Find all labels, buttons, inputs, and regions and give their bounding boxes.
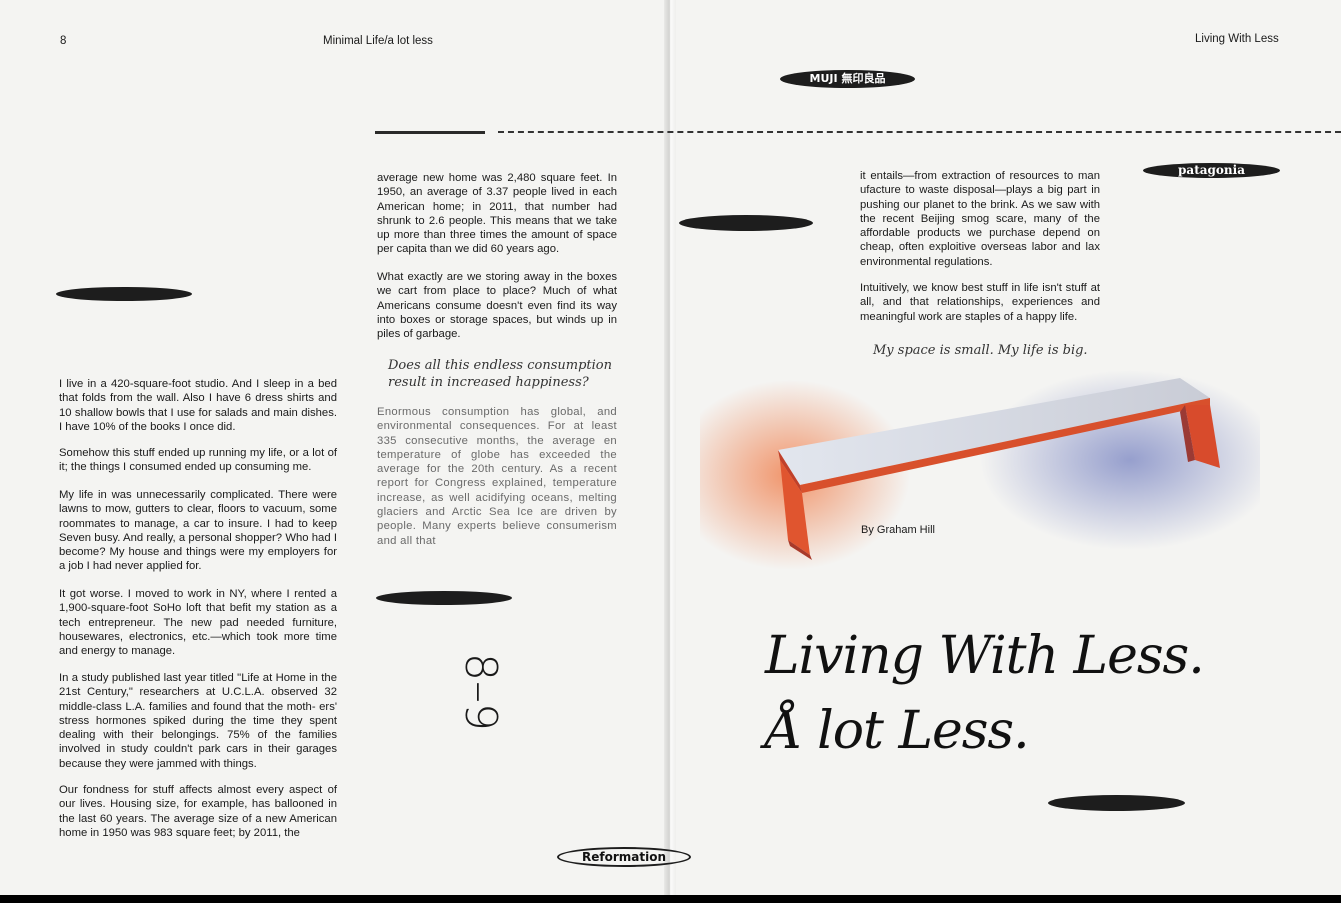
bench-image bbox=[700, 370, 1260, 570]
solid-rule bbox=[375, 131, 485, 134]
magazine-spread: 8 Minimal Life/a lot less Living With Le… bbox=[0, 0, 1341, 895]
body-paragraph: What exactly are we storing away in the … bbox=[377, 271, 617, 341]
body-paragraph: Our fondness for stuff affects almost ev… bbox=[59, 784, 337, 839]
body-paragraph: It got worse. I moved to work in NY, whe… bbox=[59, 588, 337, 658]
body-paragraph: I live in a 420-square-foot studio. And … bbox=[59, 378, 337, 433]
body-paragraph: In a study published last year titled "L… bbox=[59, 672, 337, 770]
body-paragraph: it entails—from extraction of resources … bbox=[860, 170, 1100, 268]
body-paragraph: Somehow this stuff ended up running my l… bbox=[59, 447, 337, 474]
page-number: 8 bbox=[60, 35, 67, 47]
ellipse-shape bbox=[56, 287, 192, 301]
running-head-right: Living With Less bbox=[1195, 33, 1279, 45]
pull-quote: Does all this endless consumption result… bbox=[388, 358, 612, 390]
body-paragraph: average new home was 2,480 square feet. … bbox=[377, 172, 617, 256]
center-fold bbox=[664, 0, 676, 895]
reformation-logo: Reformation bbox=[557, 847, 691, 867]
patagonia-logo: patagonia bbox=[1143, 163, 1280, 178]
dashed-rule bbox=[498, 131, 1341, 133]
headline-line-2: Å lot Less. bbox=[765, 701, 1030, 761]
byline: By Graham Hill bbox=[861, 524, 935, 536]
body-paragraph: Intuitively, we know best stuff in life … bbox=[860, 282, 1100, 323]
body-paragraph: Enormous consumption has global, and env… bbox=[377, 406, 617, 547]
running-head-left: Minimal Life/a lot less bbox=[323, 35, 433, 47]
ellipse-shape bbox=[679, 215, 813, 231]
ellipse-shape bbox=[376, 591, 512, 605]
body-paragraph: My life in was unnecessarily complicated… bbox=[59, 489, 337, 573]
page-range: 8–9 bbox=[455, 653, 506, 731]
headline-line-1: Living With Less. bbox=[765, 626, 1205, 686]
muji-logo: MUJI 無印良品 bbox=[780, 70, 915, 88]
ellipse-shape bbox=[1048, 795, 1185, 811]
